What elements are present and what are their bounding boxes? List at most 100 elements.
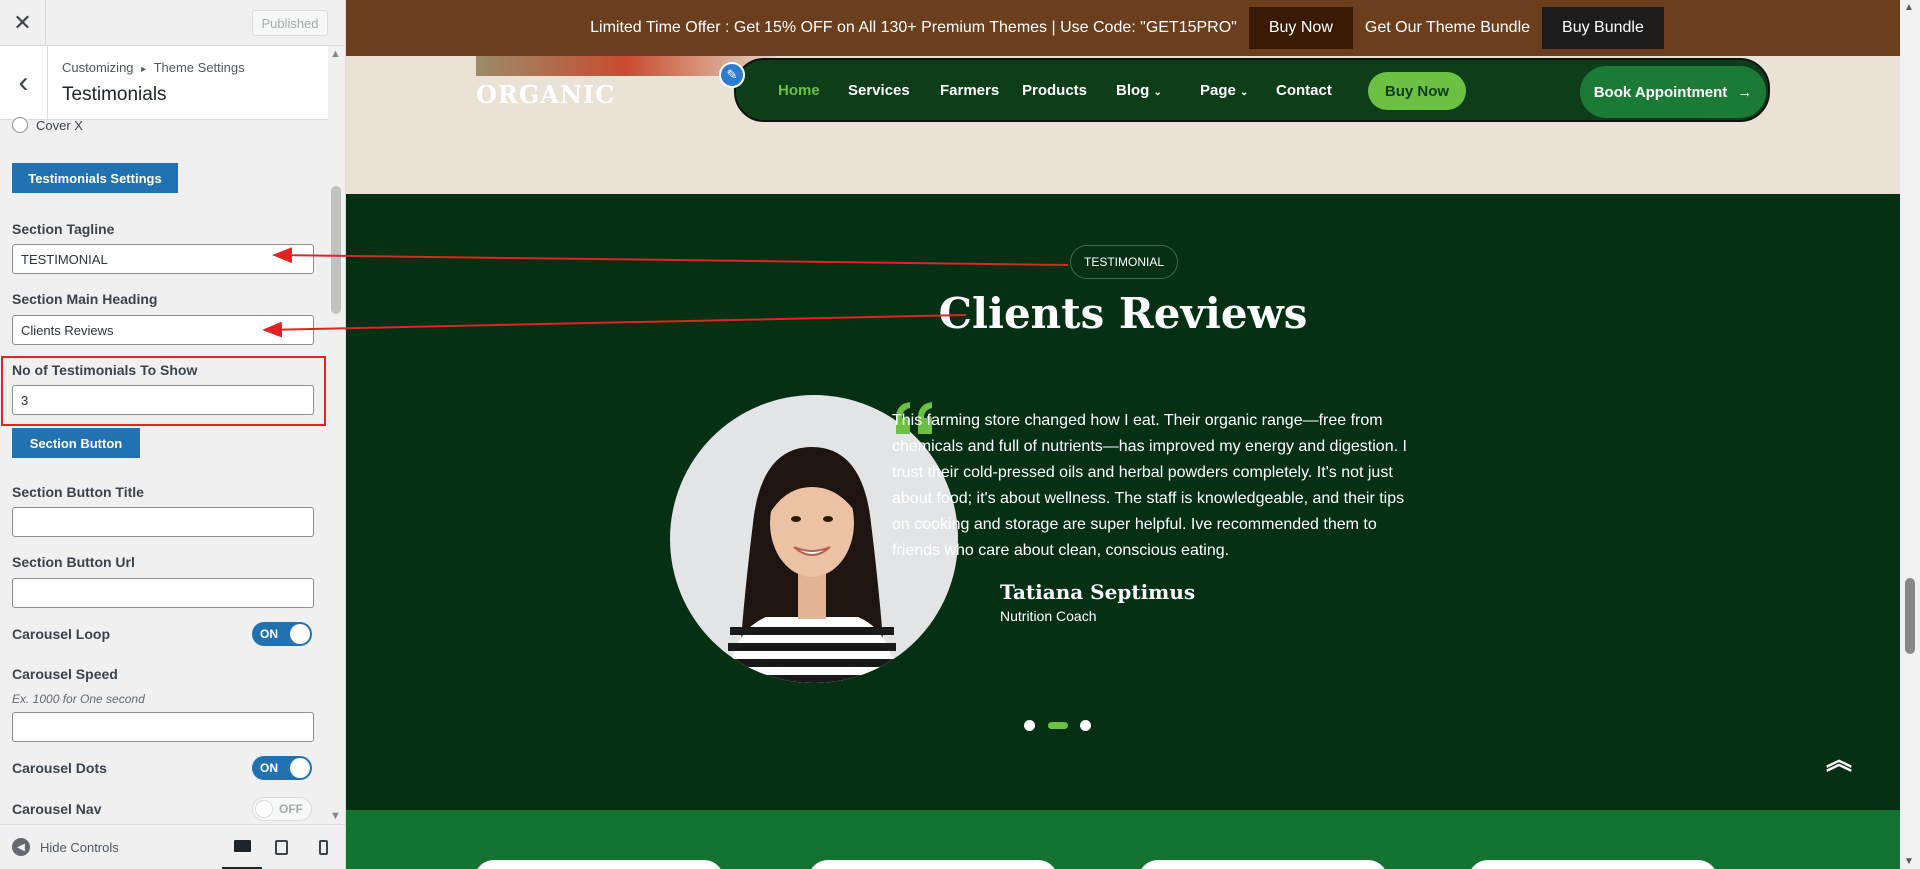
scroll-down-arrow-icon[interactable]: ▼ bbox=[1904, 856, 1914, 867]
nav-item-blog[interactable]: Blog ⌄ bbox=[1116, 82, 1162, 99]
button-title-label: Section Button Title bbox=[12, 484, 144, 500]
customizer-header: ✕ Published bbox=[0, 0, 345, 46]
breadcrumb-parent: Theme Settings bbox=[153, 60, 245, 75]
button-title-input[interactable] bbox=[12, 507, 314, 537]
publish-button[interactable]: Published bbox=[252, 10, 328, 36]
close-customizer-button[interactable]: ✕ bbox=[0, 0, 46, 46]
nav-buy-now-button[interactable]: Buy Now bbox=[1368, 72, 1466, 110]
nav-item-home[interactable]: Home bbox=[778, 82, 820, 99]
promo-buy-now-button[interactable]: Buy Now bbox=[1248, 7, 1353, 49]
section-button-heading-button[interactable]: Section Button bbox=[12, 428, 140, 458]
back-button[interactable]: ‹ bbox=[0, 46, 48, 120]
carousel-dot[interactable] bbox=[1080, 720, 1091, 731]
toggle-state: ON bbox=[260, 761, 278, 775]
carousel-dots bbox=[1024, 716, 1104, 732]
nav-item-services[interactable]: Services bbox=[848, 82, 910, 99]
scroll-up-arrow-icon[interactable]: ▲ bbox=[1904, 2, 1914, 13]
promo-text: Limited Time Offer : Get 15% OFF on All … bbox=[590, 19, 1237, 36]
scrollbar-thumb[interactable] bbox=[1905, 578, 1915, 654]
customizer-panel: ✕ Published ‹ Customizing ▸ Theme Settin… bbox=[0, 0, 346, 869]
scroll-up-arrow-icon[interactable]: ▲ bbox=[330, 48, 341, 60]
carousel-speed-hint: Ex. 1000 for One second bbox=[12, 692, 145, 706]
chevron-down-icon: ⌄ bbox=[1153, 87, 1162, 98]
button-url-input[interactable] bbox=[12, 578, 314, 608]
close-icon: ✕ bbox=[13, 10, 32, 35]
breadcrumb-root: Customizing bbox=[62, 60, 134, 75]
carousel-nav-label: Carousel Nav bbox=[12, 801, 102, 817]
nav-item-products[interactable]: Products bbox=[1022, 82, 1087, 99]
next-section-strip bbox=[346, 810, 1900, 869]
heading-input[interactable] bbox=[12, 315, 314, 345]
desktop-preview-button[interactable] bbox=[222, 825, 262, 869]
promo-bar: Limited Time Offer : Get 15% OFF on All … bbox=[346, 0, 1920, 56]
count-input[interactable] bbox=[12, 385, 314, 415]
card bbox=[474, 860, 724, 869]
cover-option-label: Cover X bbox=[36, 117, 83, 133]
nav-item-page-label: Page bbox=[1200, 82, 1236, 99]
cover-radio-option[interactable]: Cover X bbox=[12, 117, 83, 133]
scroll-down-arrow-icon[interactable]: ▼ bbox=[330, 810, 341, 822]
tablet-icon bbox=[274, 840, 288, 855]
breadcrumb: Customizing ▸ Theme Settings bbox=[62, 60, 245, 75]
main-navigation: Home Services Farmers Products Blog ⌄ Pa… bbox=[734, 58, 1770, 122]
customizer-footer: ◀ Hide Controls bbox=[0, 824, 345, 869]
card bbox=[1138, 860, 1388, 869]
carousel-loop-toggle[interactable]: ON bbox=[252, 622, 312, 646]
chevron-down-icon: ⌄ bbox=[1240, 87, 1249, 98]
radio-button[interactable] bbox=[12, 117, 28, 133]
tagline-input[interactable] bbox=[12, 244, 314, 274]
collapse-icon: ◀ bbox=[12, 838, 30, 856]
edit-pencil-icon[interactable]: ✎ bbox=[719, 62, 745, 88]
testimonials-settings-button[interactable]: Testimonials Settings bbox=[12, 163, 178, 193]
toggle-knob bbox=[255, 800, 273, 818]
preview-scrollbar[interactable]: ▲ ▼ bbox=[1900, 0, 1920, 869]
card bbox=[808, 860, 1058, 869]
nav-item-farmers[interactable]: Farmers bbox=[940, 82, 999, 99]
count-label: No of Testimonials To Show bbox=[12, 362, 198, 378]
testimonial-quote: This farming store changed how I eat. Th… bbox=[892, 412, 1407, 559]
card bbox=[1468, 860, 1718, 869]
carousel-dot[interactable] bbox=[1024, 720, 1035, 731]
button-url-label: Section Button Url bbox=[12, 554, 135, 570]
nav-item-blog-label: Blog bbox=[1116, 82, 1150, 99]
carousel-nav-toggle[interactable]: OFF bbox=[252, 797, 312, 821]
desktop-icon bbox=[233, 840, 251, 852]
section-heading: Clients Reviews bbox=[938, 289, 1308, 338]
testimonial-author: Tatiana Septimus bbox=[1000, 580, 1196, 604]
book-appointment-button[interactable]: Book Appointment → bbox=[1580, 66, 1766, 118]
carousel-dots-label: Carousel Dots bbox=[12, 760, 107, 776]
carousel-loop-label: Carousel Loop bbox=[12, 626, 111, 642]
panel-scrollbar[interactable]: ▲ ▼ bbox=[328, 46, 345, 824]
hide-controls-label: Hide Controls bbox=[40, 839, 119, 855]
site-preview: Limited Time Offer : Get 15% OFF on All … bbox=[346, 0, 1920, 869]
promo-bundle-text: Get Our Theme Bundle bbox=[1364, 19, 1531, 36]
toggle-knob bbox=[290, 758, 310, 778]
heading-label: Section Main Heading bbox=[12, 291, 158, 307]
breadcrumb-separator: ▸ bbox=[141, 64, 147, 75]
site-logo[interactable]: ORGANIC bbox=[476, 80, 615, 109]
chevron-left-icon: ‹ bbox=[18, 66, 29, 99]
section-tagline: TESTIMONIAL bbox=[1070, 245, 1178, 279]
nav-item-contact[interactable]: Contact bbox=[1276, 82, 1332, 99]
toggle-state: OFF bbox=[279, 802, 303, 816]
testimonial-role: Nutrition Coach bbox=[1000, 608, 1097, 624]
book-appointment-label: Book Appointment bbox=[1593, 83, 1728, 101]
toggle-state: ON bbox=[260, 627, 278, 641]
carousel-speed-label: Carousel Speed bbox=[12, 666, 118, 682]
toggle-knob bbox=[290, 624, 310, 644]
section-header: ‹ Customizing ▸ Theme Settings Testimoni… bbox=[0, 46, 328, 120]
carousel-dot-active[interactable] bbox=[1048, 722, 1068, 729]
nav-item-page[interactable]: Page ⌄ bbox=[1200, 82, 1248, 99]
scroll-to-top-icon[interactable]: ︽ bbox=[1826, 740, 1852, 777]
arrow-right-icon: → bbox=[1737, 83, 1753, 101]
carousel-dots-toggle[interactable]: ON bbox=[252, 756, 312, 780]
mobile-preview-button[interactable] bbox=[308, 825, 338, 869]
tagline-label: Section Tagline bbox=[12, 221, 115, 237]
buy-bundle-button[interactable]: Buy Bundle bbox=[1542, 7, 1664, 49]
testimonials-section: TESTIMONIAL Clients Reviews This farming… bbox=[346, 194, 1900, 810]
mobile-icon bbox=[318, 840, 328, 855]
carousel-speed-input[interactable] bbox=[12, 712, 314, 742]
hide-controls-button[interactable]: ◀ Hide Controls bbox=[12, 838, 119, 856]
scrollbar-thumb[interactable] bbox=[331, 186, 341, 314]
tablet-preview-button[interactable] bbox=[266, 825, 296, 869]
